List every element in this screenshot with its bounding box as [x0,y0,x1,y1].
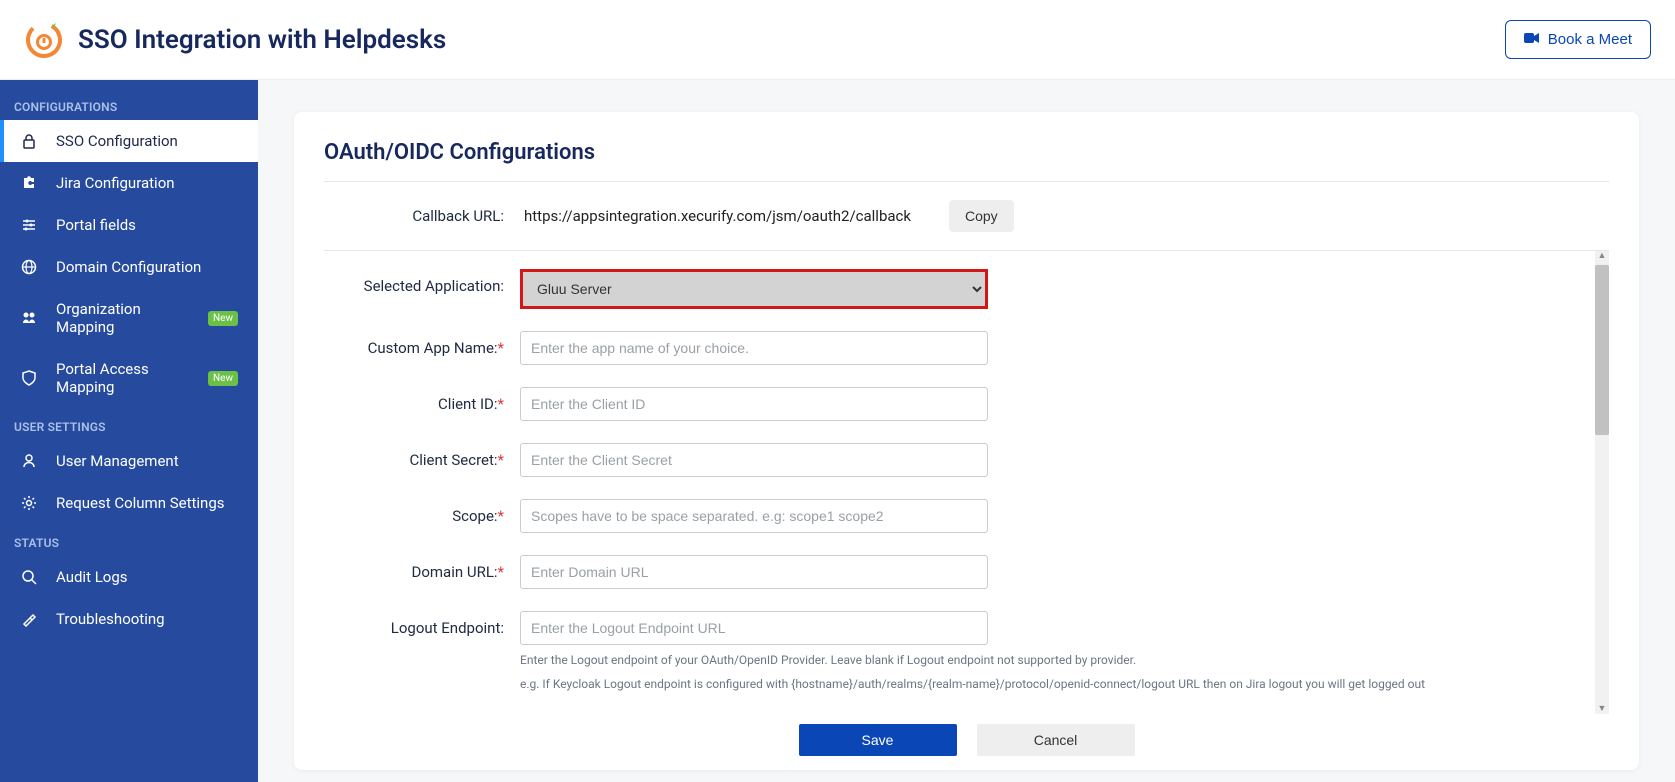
shield-icon [20,369,38,387]
scroll-down-icon[interactable]: ▼ [1595,702,1609,714]
hammer-icon [20,610,38,628]
domain-url-input[interactable] [520,555,988,589]
new-badge: New [208,371,238,386]
sidebar-item-label: Request Column Settings [56,494,224,512]
user-icon [20,452,38,470]
config-panel: OAuth/OIDC Configurations Callback URL: … [294,112,1639,770]
header: SSO Integration with Helpdesks Book a Me… [0,0,1675,80]
form-area: Selected Application: Gluu Server Custom… [324,251,1609,699]
client-secret-input[interactable] [520,443,988,477]
new-badge: New [208,311,238,326]
sidebar-item-label: Portal Access Mapping [56,360,186,396]
sidebar-item-portal-access-mapping[interactable]: Portal Access Mapping New [0,348,258,408]
sidebar-item-domain-configuration[interactable]: Domain Configuration [0,246,258,288]
panel-title: OAuth/OIDC Configurations [324,140,1609,182]
sidebar-item-label: Jira Configuration [56,174,175,192]
scope-input[interactable] [520,499,988,533]
app-logo [24,20,64,60]
search-icon [20,568,38,586]
sidebar-item-label: Portal fields [56,216,136,234]
sidebar-item-organization-mapping[interactable]: Organization Mapping New [0,288,258,348]
sidebar-section-status: STATUS [0,524,258,556]
domain-url-label: Domain URL:* [324,555,504,581]
selected-application-select[interactable]: Gluu Server [520,269,988,309]
cancel-button[interactable]: Cancel [977,724,1135,756]
book-meet-button[interactable]: Book a Meet [1505,20,1651,59]
sidebar-section-user-settings: USER SETTINGS [0,408,258,440]
selected-application-label: Selected Application: [324,269,504,295]
custom-app-name-label: Custom App Name:* [324,331,504,357]
sidebar-item-troubleshooting[interactable]: Troubleshooting [0,598,258,640]
callback-row: Callback URL: https://appsintegration.xe… [324,182,1609,251]
video-icon [1524,31,1540,48]
scrollbar-thumb[interactable] [1595,265,1609,435]
sidebar-item-jira-configuration[interactable]: Jira Configuration [0,162,258,204]
save-button[interactable]: Save [799,724,957,756]
sidebar-item-label: Domain Configuration [56,258,201,276]
copy-button[interactable]: Copy [949,200,1014,232]
gear-icon [20,494,38,512]
scroll-up-icon[interactable]: ▲ [1595,251,1609,263]
globe-icon [20,258,38,276]
logout-endpoint-label: Logout Endpoint: [324,611,504,637]
client-id-input[interactable] [520,387,988,421]
callback-label: Callback URL: [324,207,504,225]
sidebar-item-sso-configuration[interactable]: SSO Configuration [0,120,258,162]
sidebar-item-label: User Management [56,452,179,470]
logout-helper-text-1: Enter the Logout endpoint of your OAuth/… [520,651,1425,669]
header-left: SSO Integration with Helpdesks [24,20,446,60]
sidebar-item-label: SSO Configuration [56,132,178,150]
custom-app-name-input[interactable] [520,331,988,365]
sidebar-item-portal-fields[interactable]: Portal fields [0,204,258,246]
book-meet-label: Book a Meet [1548,31,1632,48]
app-title: SSO Integration with Helpdesks [78,25,446,55]
sidebar-item-label: Troubleshooting [56,610,165,628]
client-secret-label: Client Secret:* [324,443,504,469]
logout-helper-text-2: e.g. If Keycloak Logout endpoint is conf… [520,675,1425,693]
sidebar: CONFIGURATIONS SSO Configuration Jira Co… [0,80,258,782]
sidebar-section-configurations: CONFIGURATIONS [0,88,258,120]
logout-endpoint-input[interactable] [520,611,988,645]
form-actions: Save Cancel [324,714,1609,756]
lock-icon [20,132,38,150]
users-icon [20,309,38,327]
sliders-icon [20,216,38,234]
sidebar-item-audit-logs[interactable]: Audit Logs [0,556,258,598]
scope-label: Scope:* [324,499,504,525]
callback-url: https://appsintegration.xecurify.com/jsm… [524,207,911,225]
sidebar-item-label: Audit Logs [56,568,128,586]
client-id-label: Client ID:* [324,387,504,413]
main-content: OAuth/OIDC Configurations Callback URL: … [258,80,1675,782]
sidebar-item-request-column-settings[interactable]: Request Column Settings [0,482,258,524]
sidebar-item-label: Organization Mapping [56,300,186,336]
scrollbar-track[interactable]: ▲ ▼ [1595,251,1609,714]
sidebar-item-user-management[interactable]: User Management [0,440,258,482]
puzzle-icon [20,174,38,192]
